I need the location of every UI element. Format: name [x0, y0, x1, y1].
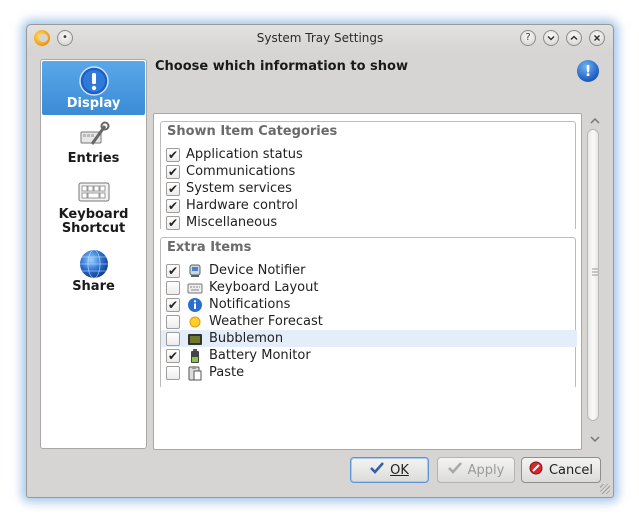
shown-categories-group: Shown Item Categories Application status…	[160, 121, 577, 231]
list-item[interactable]: Bubblemon	[161, 330, 577, 347]
item-label: Weather Forecast	[209, 314, 323, 329]
item-label: Device Notifier	[209, 263, 306, 278]
sidebar-item-display[interactable]: Display	[42, 61, 145, 115]
device-notifier-icon	[187, 263, 203, 279]
scroll-grip-icon	[592, 268, 598, 276]
group-title: Shown Item Categories	[167, 124, 338, 139]
sidebar-item-keyboard-shortcut[interactable]: Keyboard Shortcut	[42, 176, 145, 242]
list-item[interactable]: Hardware control	[161, 197, 577, 214]
minimize-icon[interactable]	[543, 30, 559, 46]
sidebar-item-label: Keyboard Shortcut	[58, 207, 129, 236]
checkbox[interactable]	[166, 164, 180, 179]
list-item[interactable]: Weather Forecast	[161, 313, 577, 330]
settings-panel: Shown Item Categories Application status…	[153, 113, 582, 450]
checkbox[interactable]	[166, 147, 180, 162]
checkbox[interactable]	[166, 215, 180, 230]
list-item[interactable]: Notifications	[161, 296, 577, 313]
ok-button[interactable]: OK	[350, 457, 429, 483]
item-label: System services	[186, 181, 292, 196]
list-item[interactable]: Application status	[161, 146, 577, 163]
checkbox[interactable]	[166, 280, 180, 295]
help-icon[interactable]: ?	[520, 30, 536, 46]
sidebar-item-label: Entries	[67, 151, 120, 166]
checkbox[interactable]	[166, 365, 180, 380]
item-label: Bubblemon	[209, 331, 284, 346]
apply-check-icon	[447, 462, 462, 478]
globe-icon	[78, 248, 110, 280]
group-title: Extra Items	[167, 240, 252, 255]
checkbox[interactable]	[166, 314, 180, 329]
page-title: Choose which information to show	[155, 59, 408, 74]
list-item[interactable]: Keyboard Layout	[161, 279, 577, 296]
checkbox[interactable]	[166, 263, 180, 278]
bubblemon-icon	[187, 331, 203, 347]
cancel-icon	[529, 461, 543, 479]
item-label: Notifications	[209, 297, 291, 312]
info-icon: !	[577, 60, 599, 82]
cancel-button[interactable]: Cancel	[521, 457, 601, 483]
apply-button[interactable]: Apply	[437, 457, 515, 483]
item-label: Communications	[186, 164, 296, 179]
title-bar[interactable]: • System Tray Settings ?	[27, 25, 613, 51]
sidebar-item-label: Share	[72, 279, 115, 294]
item-label: Paste	[209, 365, 245, 380]
maximize-icon[interactable]	[566, 30, 582, 46]
check-icon	[370, 462, 385, 478]
battery-icon	[187, 348, 203, 364]
checkbox[interactable]	[166, 297, 180, 312]
info-icon	[78, 65, 110, 97]
sidebar-item-label: Display	[66, 96, 121, 111]
item-label: Miscellaneous	[186, 215, 278, 230]
resize-grip[interactable]	[600, 484, 610, 494]
item-label: Keyboard Layout	[209, 280, 319, 295]
item-label: Battery Monitor	[209, 348, 311, 363]
list-item[interactable]: Communications	[161, 163, 577, 180]
close-icon[interactable]	[589, 30, 605, 46]
list-item[interactable]: Device Notifier	[161, 262, 577, 279]
list-item[interactable]: Miscellaneous	[161, 214, 577, 231]
tools-icon	[78, 120, 110, 152]
scroll-down-icon[interactable]	[588, 435, 602, 447]
paste-icon	[187, 365, 203, 381]
keyboard-layout-icon	[187, 280, 203, 296]
extra-items-group: Extra Items Device Notifier Keyboard Lay…	[160, 237, 577, 387]
sidebar-item-entries[interactable]: Entries	[42, 120, 145, 170]
scroll-up-icon[interactable]	[588, 117, 602, 129]
list-item[interactable]: System services	[161, 180, 577, 197]
cancel-label: Cancel	[548, 462, 594, 478]
keyboard-icon	[78, 176, 110, 208]
list-item[interactable]: Battery Monitor	[161, 347, 577, 364]
ok-label: OK	[390, 462, 409, 478]
sidebar-item-share[interactable]: Share	[42, 248, 145, 300]
checkbox[interactable]	[166, 181, 180, 196]
weather-icon	[187, 314, 203, 330]
notifications-icon	[187, 297, 203, 313]
checkbox[interactable]	[166, 198, 180, 213]
checkbox[interactable]	[166, 348, 180, 363]
dialog-window: • System Tray Settings ? Display Entries…	[26, 24, 614, 498]
apply-label: Apply	[467, 462, 505, 478]
checkbox[interactable]	[166, 331, 180, 346]
sidebar: Display Entries Keyboard Shortcut Share	[40, 59, 147, 449]
item-label: Application status	[186, 147, 303, 162]
item-label: Hardware control	[186, 198, 298, 213]
list-item[interactable]: Paste	[161, 364, 577, 381]
